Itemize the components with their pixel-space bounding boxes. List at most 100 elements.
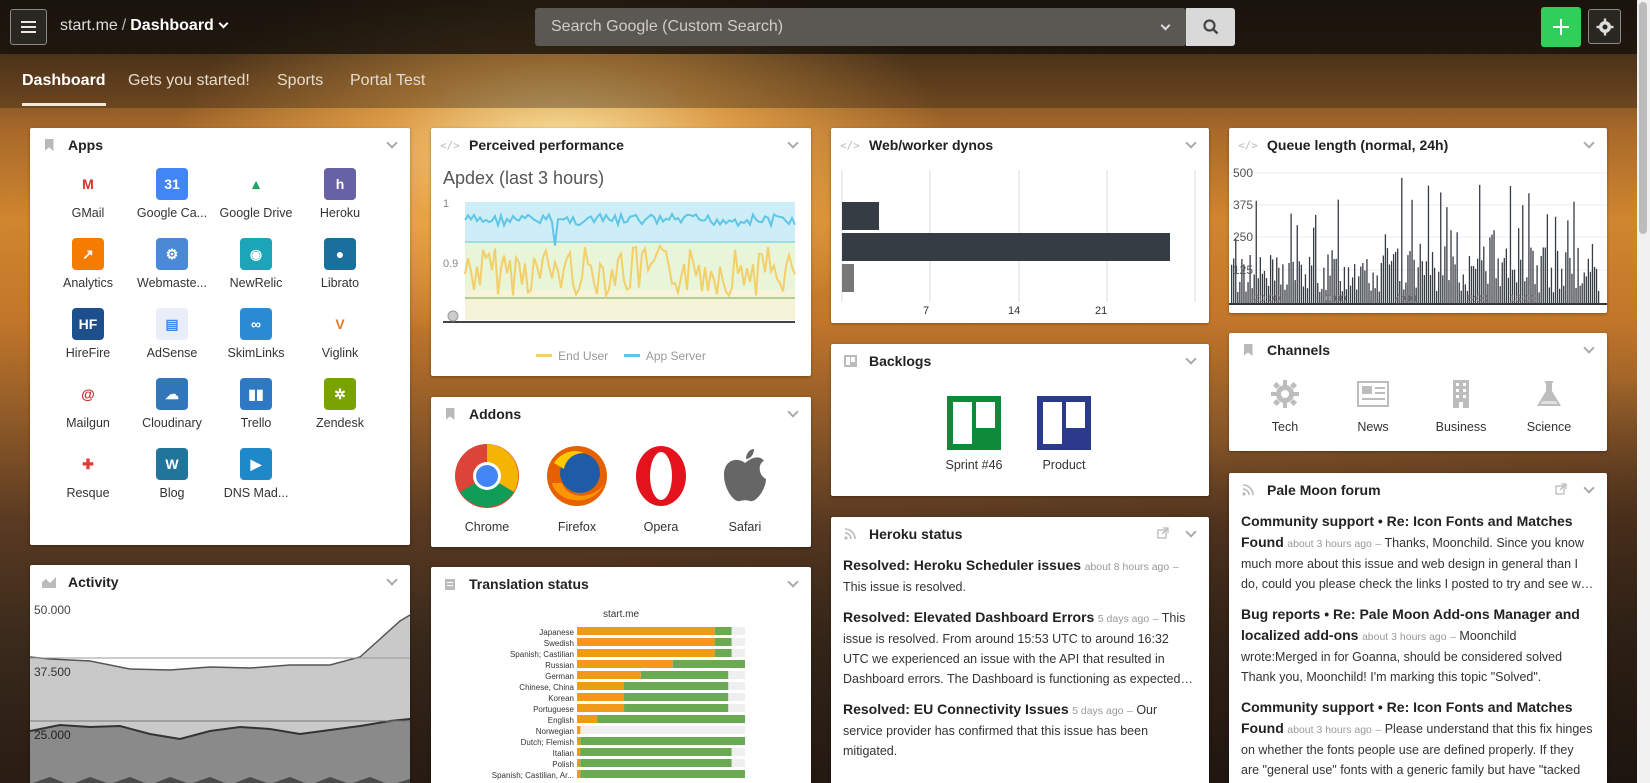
app-google-drive[interactable]: ▲ Google Drive: [212, 168, 300, 220]
widget-header[interactable]: Pale Moon forum: [1229, 473, 1607, 507]
external-link-icon[interactable]: [1157, 527, 1169, 539]
tab-gets-you-started[interactable]: Gets you started!: [128, 72, 250, 103]
translation-bar-untranslated[interactable]: [577, 770, 581, 778]
widget-header[interactable]: </> Queue length (normal, 24h): [1229, 128, 1607, 162]
widget-header[interactable]: Heroku status: [831, 517, 1209, 551]
add-button[interactable]: [1541, 7, 1581, 47]
addon-firefox[interactable]: Firefox: [533, 443, 621, 534]
addon-chrome[interactable]: Chrome: [443, 443, 531, 534]
translation-bar-untranslated[interactable]: [577, 638, 715, 646]
dyno-bar[interactable]: [842, 233, 1170, 261]
feed-item[interactable]: Bug reports • Re: Pale Moon Add-ons Mana…: [1241, 604, 1595, 687]
app-adsense[interactable]: ▤ AdSense: [128, 308, 216, 360]
widget-header[interactable]: Activity: [30, 565, 410, 599]
translation-bar-untranslated[interactable]: [577, 748, 581, 756]
page-scrollbar[interactable]: [1637, 0, 1650, 783]
translation-bar-translated[interactable]: [672, 660, 745, 668]
legend-item[interactable]: App Server: [623, 349, 706, 363]
search-button[interactable]: [1186, 8, 1235, 46]
app-blog[interactable]: W Blog: [128, 448, 216, 500]
app-webmaste[interactable]: ⚙ Webmaste...: [128, 238, 216, 290]
addon-opera[interactable]: Opera: [617, 443, 705, 534]
app-gmail[interactable]: M GMail: [44, 168, 132, 220]
app-dns-mad[interactable]: ▶ DNS Mad...: [212, 448, 300, 500]
search-input[interactable]: [535, 8, 1152, 46]
tab-portal-test[interactable]: Portal Test: [350, 72, 425, 103]
chevron-down-icon[interactable]: [386, 574, 398, 586]
chevron-down-icon[interactable]: [1583, 137, 1595, 149]
external-link-icon[interactable]: [1555, 483, 1567, 495]
brand-link[interactable]: start.me: [60, 17, 118, 34]
tab-dashboard[interactable]: Dashboard: [22, 72, 106, 106]
app-librato[interactable]: ● Librato: [296, 238, 384, 290]
translation-bar-translated[interactable]: [714, 627, 732, 635]
feed-item-title[interactable]: Resolved: EU Connectivity Issues: [843, 701, 1069, 717]
tab-sports[interactable]: Sports: [277, 72, 323, 103]
chevron-down-icon[interactable]: [1583, 342, 1595, 354]
feed-item[interactable]: Resolved: Elevated Dashboard Errors 5 da…: [843, 607, 1197, 689]
translation-bar-translated[interactable]: [580, 748, 732, 756]
feed-item[interactable]: Community support • Re: Icon Fonts and M…: [1241, 511, 1595, 594]
widget-header[interactable]: Channels: [1229, 333, 1607, 367]
widget-header[interactable]: </> Perceived performance: [431, 128, 811, 162]
legend-item[interactable]: End User: [536, 349, 608, 363]
translation-bar-translated[interactable]: [624, 704, 729, 712]
app-newrelic[interactable]: ◉ NewRelic: [212, 238, 300, 290]
feed-item-title[interactable]: Resolved: Heroku Scheduler issues: [843, 557, 1081, 573]
channel-business[interactable]: Business: [1417, 379, 1505, 434]
chevron-down-icon[interactable]: [787, 406, 799, 418]
feed-item[interactable]: Community support • Re: Icon Fonts and M…: [1241, 697, 1595, 783]
translation-bar-untranslated[interactable]: [577, 693, 625, 701]
channel-news[interactable]: News: [1329, 379, 1417, 434]
search-engine-dropdown-icon[interactable]: [1160, 20, 1171, 31]
translation-bar-translated[interactable]: [714, 649, 732, 657]
widget-header[interactable]: Translation status: [431, 567, 811, 601]
board-sprint-46[interactable]: Sprint #46: [929, 396, 1019, 472]
feed-item[interactable]: Resolved: EU Connectivity Issues 5 days …: [843, 699, 1197, 761]
app-zendesk[interactable]: ✲ Zendesk: [296, 378, 384, 430]
settings-button[interactable]: [1588, 9, 1621, 44]
channel-tech[interactable]: Tech: [1241, 379, 1329, 434]
translation-bar-untranslated[interactable]: [577, 660, 673, 668]
chevron-down-icon[interactable]: [787, 576, 799, 588]
feed-item-title[interactable]: Resolved: Elevated Dashboard Errors: [843, 609, 1094, 625]
translation-bar-untranslated[interactable]: [577, 726, 581, 734]
app-google-ca[interactable]: 31 Google Ca...: [128, 168, 216, 220]
widget-header[interactable]: </> Web/worker dynos: [831, 128, 1209, 162]
translation-bar-untranslated[interactable]: [577, 759, 581, 767]
dashboard-selector[interactable]: Dashboard: [130, 17, 214, 34]
app-hirefire[interactable]: HF HireFire: [44, 308, 132, 360]
app-trello[interactable]: ▮▮ Trello: [212, 378, 300, 430]
widget-header[interactable]: Apps: [30, 128, 410, 162]
translation-bar-untranslated[interactable]: [577, 737, 581, 745]
chevron-down-icon[interactable]: [1185, 353, 1197, 365]
translation-bar-translated[interactable]: [624, 682, 729, 690]
app-analytics[interactable]: ↗ Analytics: [44, 238, 132, 290]
feed-item[interactable]: Resolved: Heroku Scheduler issues about …: [843, 555, 1197, 597]
chevron-down-icon[interactable]: [386, 137, 398, 149]
translation-bar-untranslated[interactable]: [577, 671, 641, 679]
addon-safari[interactable]: Safari: [701, 443, 789, 534]
chevron-down-icon[interactable]: [1185, 526, 1197, 538]
channel-science[interactable]: Science: [1505, 379, 1593, 434]
translation-bar-translated[interactable]: [714, 638, 732, 646]
dyno-bar[interactable]: [842, 264, 854, 292]
app-cloudinary[interactable]: ☁ Cloudinary: [128, 378, 216, 430]
board-product[interactable]: Product: [1019, 396, 1109, 472]
app-viglink[interactable]: V Viglink: [296, 308, 384, 360]
translation-bar-untranslated[interactable]: [577, 715, 598, 723]
app-resque[interactable]: ✚ Resque: [44, 448, 132, 500]
app-skimlinks[interactable]: ∞ SkimLinks: [212, 308, 300, 360]
translation-bar-translated[interactable]: [624, 693, 729, 701]
scrollbar-thumb[interactable]: [1639, 2, 1647, 234]
translation-bar-translated[interactable]: [640, 671, 729, 679]
translation-bar-translated[interactable]: [597, 715, 745, 723]
widget-header[interactable]: Backlogs: [831, 344, 1209, 378]
app-mailgun[interactable]: @ Mailgun: [44, 378, 132, 430]
chevron-down-icon[interactable]: [218, 18, 229, 29]
chevron-down-icon[interactable]: [1185, 137, 1197, 149]
dyno-bar[interactable]: [842, 202, 879, 230]
translation-bar-untranslated[interactable]: [577, 682, 625, 690]
translation-bar-translated[interactable]: [580, 770, 745, 778]
chevron-down-icon[interactable]: [1583, 482, 1595, 494]
